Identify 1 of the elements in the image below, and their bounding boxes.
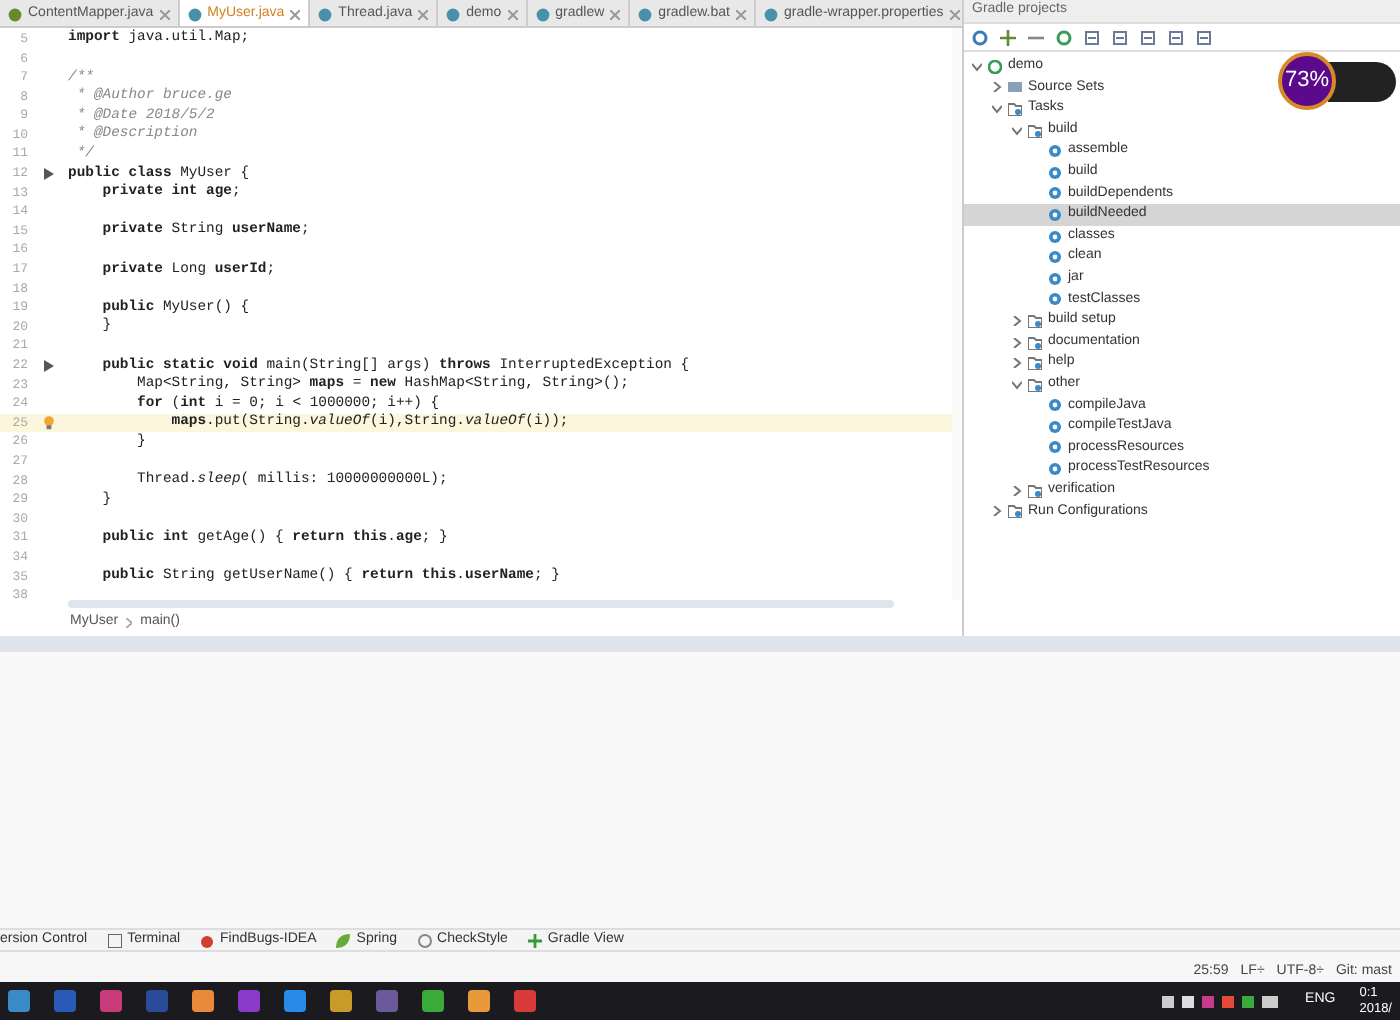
speed-widget[interactable]: 73% bbox=[1278, 52, 1336, 110]
